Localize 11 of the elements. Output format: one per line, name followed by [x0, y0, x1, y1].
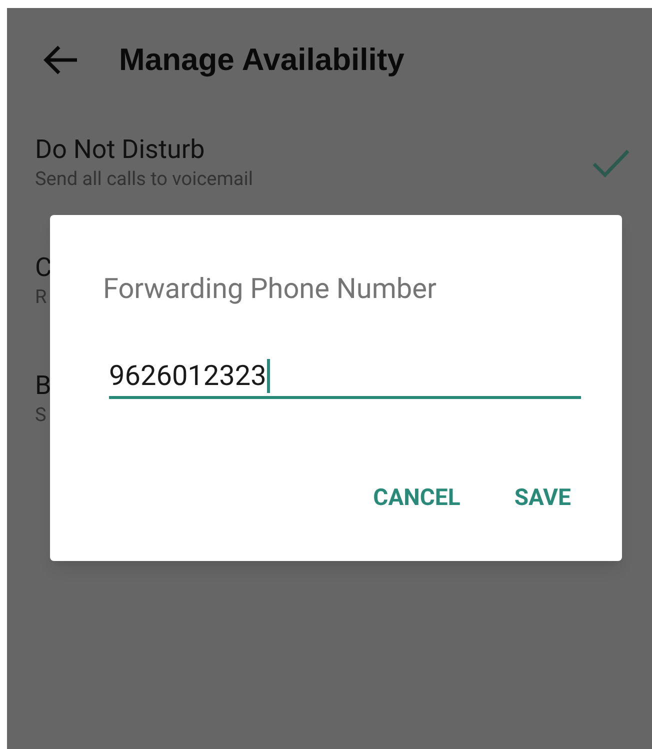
option-title[interactable]: Do Not Disturb — [35, 134, 205, 166]
dialog-button[interactable]: CANCEL — [371, 481, 462, 516]
back-arrow-icon[interactable] — [43, 44, 79, 76]
option-title[interactable]: B — [35, 370, 52, 402]
phone-number-field[interactable]: 9626012323 — [109, 355, 581, 399]
dialog-title: Forwarding Phone Number — [103, 271, 438, 307]
dialog-button[interactable]: SAVE — [512, 481, 573, 516]
screen-title: Manage Availability — [119, 40, 404, 79]
phone-number-value: 9626012323 — [109, 358, 266, 394]
text-cursor — [267, 358, 270, 392]
option-title[interactable]: C — [35, 252, 52, 284]
